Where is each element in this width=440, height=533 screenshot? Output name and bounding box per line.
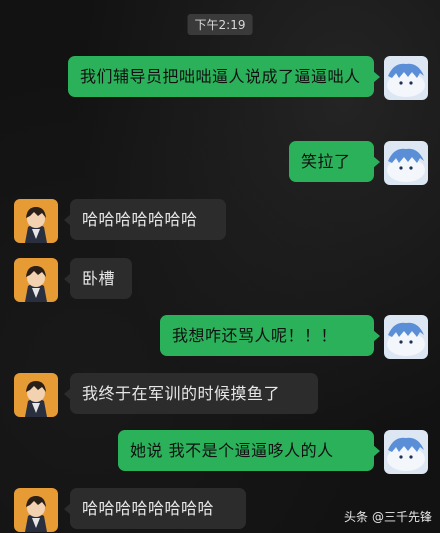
message-bubble[interactable]: 哈哈哈哈哈哈哈 <box>64 199 226 240</box>
message-bubble[interactable]: 我们辅导员把咄咄逼人说成了逼逼咄人 <box>68 56 380 97</box>
contact-avatar[interactable] <box>14 258 58 302</box>
user-avatar[interactable] <box>384 141 428 185</box>
message-bubble[interactable]: 哈哈哈哈哈哈哈哈 <box>64 488 246 529</box>
message-bubble[interactable]: 我终于在军训的时候摸鱼了 <box>64 373 318 414</box>
user-avatar[interactable] <box>384 430 428 474</box>
watermark: 头条 @三千先锋 <box>344 508 432 525</box>
message-bubble[interactable]: 卧槽 <box>64 258 132 299</box>
message-bubble[interactable]: 我想咋还骂人呢！！！ <box>160 315 380 356</box>
user-avatar[interactable] <box>384 315 428 359</box>
message-timestamp: 下午2:19 <box>187 14 253 35</box>
contact-avatar[interactable] <box>14 199 58 243</box>
user-avatar[interactable] <box>384 56 428 100</box>
watermark-author: @三千先锋 <box>371 510 432 524</box>
contact-avatar[interactable] <box>14 488 58 532</box>
watermark-platform: 头条 <box>343 510 368 524</box>
message-bubble[interactable]: 她说 我不是个逼逼哆人的人 <box>118 430 380 471</box>
message-bubble[interactable]: 笑拉了 <box>289 141 380 182</box>
contact-avatar[interactable] <box>14 373 58 417</box>
